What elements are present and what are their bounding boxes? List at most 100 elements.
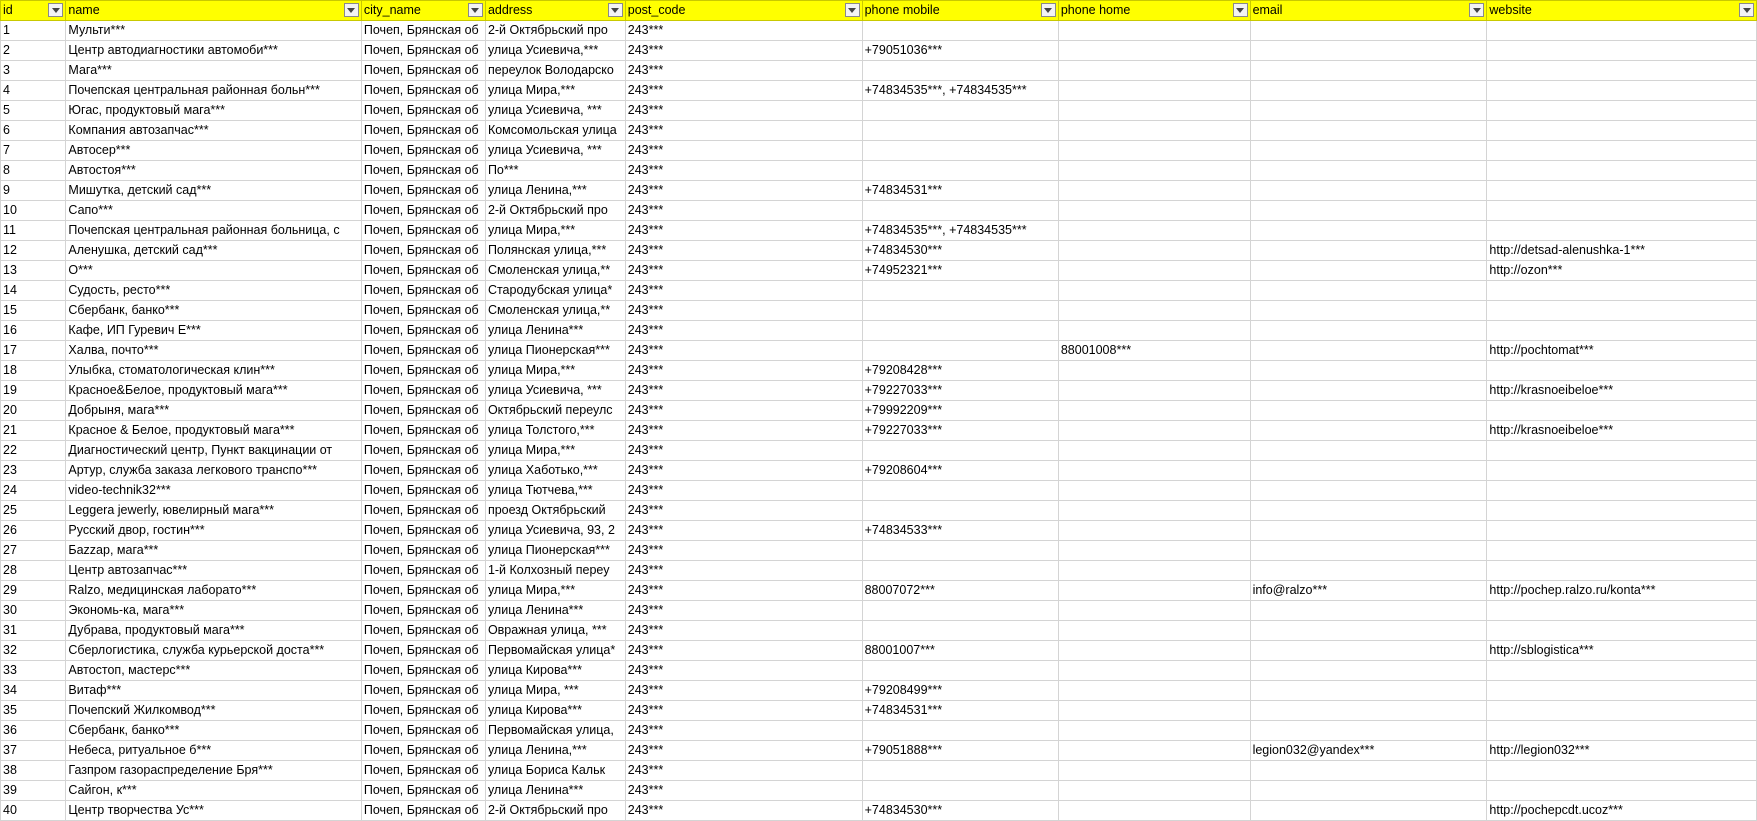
cell-address[interactable]: 2-й Октябрьский про	[484, 800, 626, 821]
cell-phone-mobile[interactable]	[861, 340, 1059, 361]
cell-email[interactable]	[1249, 340, 1488, 361]
cell-name[interactable]: Красное&Белое, продуктовый мага***	[65, 380, 362, 401]
cell-id[interactable]: 23	[0, 460, 67, 481]
cell-id[interactable]: 8	[0, 160, 67, 181]
cell-city[interactable]: Почеп, Брянская об	[360, 100, 486, 121]
cell-website[interactable]: http://detsad-alenushka-1***	[1486, 240, 1757, 261]
cell-address[interactable]: Смоленская улица,**	[484, 300, 626, 321]
cell-phone-mobile[interactable]: +79208604***	[861, 460, 1059, 481]
cell-email[interactable]	[1249, 160, 1488, 181]
cell-postcode[interactable]: 243***	[624, 40, 863, 61]
cell-address[interactable]: 2-й Октябрьский про	[484, 200, 626, 221]
cell-address[interactable]: Смоленская улица,**	[484, 260, 626, 281]
cell-email[interactable]	[1249, 440, 1488, 461]
cell-phone-mobile[interactable]	[861, 660, 1059, 681]
cell-name[interactable]: Добрыня, мага***	[65, 400, 362, 421]
cell-id[interactable]: 4	[0, 80, 67, 101]
cell-name[interactable]: Мульти***	[65, 20, 362, 41]
cell-city[interactable]: Почеп, Брянская об	[360, 60, 486, 81]
cell-phone-mobile[interactable]: +74834531***	[861, 700, 1059, 721]
cell-phone-home[interactable]	[1057, 40, 1251, 61]
cell-email[interactable]	[1249, 180, 1488, 201]
cell-postcode[interactable]: 243***	[624, 600, 863, 621]
cell-email[interactable]	[1249, 140, 1488, 161]
column-header-website[interactable]: website	[1486, 0, 1757, 21]
cell-website[interactable]	[1486, 280, 1757, 301]
cell-phone-home[interactable]	[1057, 60, 1251, 81]
cell-phone-mobile[interactable]	[861, 280, 1059, 301]
cell-email[interactable]	[1249, 700, 1488, 721]
cell-postcode[interactable]: 243***	[624, 740, 863, 761]
cell-email[interactable]	[1249, 780, 1488, 801]
column-header-address[interactable]: address	[484, 0, 626, 21]
cell-name[interactable]: Улыбка, стоматологическая клин***	[65, 360, 362, 381]
cell-postcode[interactable]: 243***	[624, 360, 863, 381]
cell-address[interactable]: улица Усиевича, 93, 2	[484, 520, 626, 541]
cell-email[interactable]	[1249, 540, 1488, 561]
cell-phone-home[interactable]	[1057, 520, 1251, 541]
cell-phone-mobile[interactable]	[861, 620, 1059, 641]
cell-website[interactable]	[1486, 500, 1757, 521]
cell-website[interactable]	[1486, 20, 1757, 41]
cell-id[interactable]: 40	[0, 800, 67, 821]
cell-postcode[interactable]: 243***	[624, 380, 863, 401]
cell-phone-mobile[interactable]: +79208499***	[861, 680, 1059, 701]
cell-address[interactable]: улица Кирова***	[484, 700, 626, 721]
cell-phone-home[interactable]	[1057, 580, 1251, 601]
cell-phone-mobile[interactable]: +74834530***	[861, 240, 1059, 261]
cell-city[interactable]: Почеп, Брянская об	[360, 500, 486, 521]
cell-address[interactable]: улица Ленина***	[484, 780, 626, 801]
cell-postcode[interactable]: 243***	[624, 440, 863, 461]
cell-postcode[interactable]: 243***	[624, 680, 863, 701]
cell-postcode[interactable]: 243***	[624, 620, 863, 641]
cell-address[interactable]: Стародубская улица*	[484, 280, 626, 301]
cell-city[interactable]: Почеп, Брянская об	[360, 800, 486, 821]
cell-id[interactable]: 24	[0, 480, 67, 501]
cell-name[interactable]: Почепская центральная районная больница,…	[65, 220, 362, 241]
cell-id[interactable]: 16	[0, 320, 67, 341]
cell-address[interactable]: улица Мира,***	[484, 580, 626, 601]
cell-phone-mobile[interactable]	[861, 780, 1059, 801]
cell-website[interactable]	[1486, 120, 1757, 141]
cell-website[interactable]: http://legion032***	[1486, 740, 1757, 761]
cell-address[interactable]: улица Толстого,***	[484, 420, 626, 441]
cell-postcode[interactable]: 243***	[624, 660, 863, 681]
cell-name[interactable]: Сбербанк, банко***	[65, 720, 362, 741]
cell-id[interactable]: 29	[0, 580, 67, 601]
cell-phone-home[interactable]	[1057, 240, 1251, 261]
cell-email[interactable]	[1249, 760, 1488, 781]
cell-name[interactable]: Судость, ресто***	[65, 280, 362, 301]
cell-website[interactable]	[1486, 100, 1757, 121]
cell-phone-home[interactable]	[1057, 180, 1251, 201]
cell-name[interactable]: Мишутка, детский сад***	[65, 180, 362, 201]
cell-email[interactable]	[1249, 240, 1488, 261]
cell-phone-mobile[interactable]	[861, 100, 1059, 121]
cell-phone-mobile[interactable]	[861, 720, 1059, 741]
cell-name[interactable]: Ralzo, медицинская лаборато***	[65, 580, 362, 601]
cell-name[interactable]: Сбербанк, банко***	[65, 300, 362, 321]
cell-id[interactable]: 30	[0, 600, 67, 621]
cell-website[interactable]	[1486, 40, 1757, 61]
filter-dropdown-icon[interactable]	[844, 3, 860, 17]
cell-phone-mobile[interactable]: 88001007***	[861, 640, 1059, 661]
cell-postcode[interactable]: 243***	[624, 760, 863, 781]
cell-phone-home[interactable]	[1057, 420, 1251, 441]
cell-id[interactable]: 7	[0, 140, 67, 161]
cell-phone-home[interactable]	[1057, 660, 1251, 681]
cell-website[interactable]	[1486, 440, 1757, 461]
cell-phone-mobile[interactable]	[861, 440, 1059, 461]
cell-postcode[interactable]: 243***	[624, 640, 863, 661]
cell-website[interactable]	[1486, 80, 1757, 101]
cell-website[interactable]	[1486, 160, 1757, 181]
cell-email[interactable]	[1249, 320, 1488, 341]
column-header-postcode[interactable]: post_code	[624, 0, 863, 21]
cell-postcode[interactable]: 243***	[624, 20, 863, 41]
cell-id[interactable]: 22	[0, 440, 67, 461]
cell-phone-home[interactable]	[1057, 280, 1251, 301]
cell-phone-home[interactable]	[1057, 200, 1251, 221]
cell-email[interactable]	[1249, 60, 1488, 81]
cell-email[interactable]	[1249, 120, 1488, 141]
cell-city[interactable]: Почеп, Брянская об	[360, 740, 486, 761]
cell-phone-mobile[interactable]	[861, 540, 1059, 561]
column-header-city[interactable]: city_name	[360, 0, 486, 21]
